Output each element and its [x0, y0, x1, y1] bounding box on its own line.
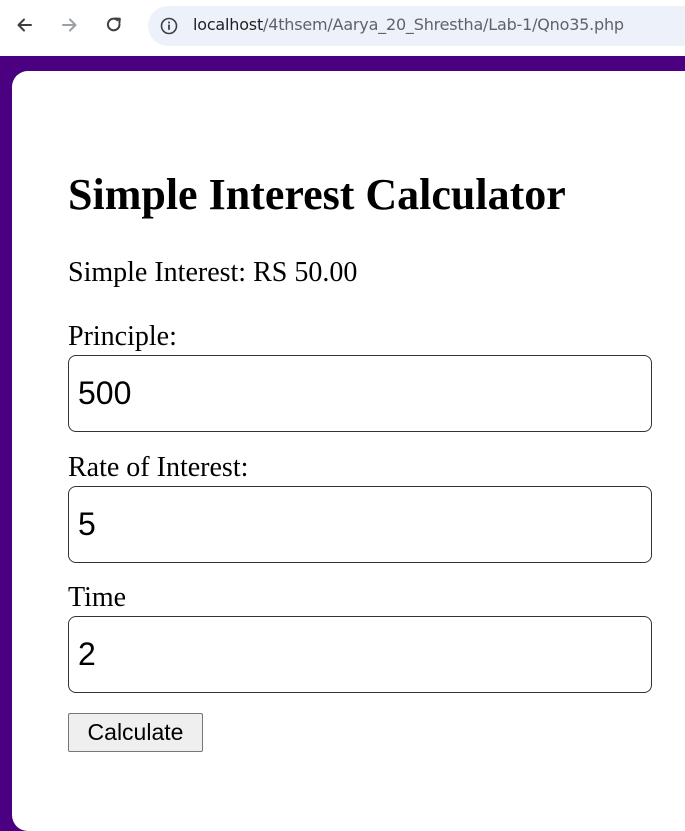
rate-input[interactable] [68, 486, 652, 563]
result-text: Simple Interest: RS 50.00 [68, 257, 358, 288]
back-button[interactable] [10, 10, 40, 40]
page-card: Simple Interest Calculator Simple Intere… [12, 71, 685, 831]
reload-icon [106, 17, 121, 32]
page-title: Simple Interest Calculator [68, 170, 566, 219]
principle-input[interactable] [68, 355, 652, 432]
browser-toolbar: localhost/4thsem/Aarya_20_Shrestha/Lab-1… [0, 0, 685, 56]
forward-button[interactable] [54, 10, 84, 40]
principle-label: Principle: [68, 321, 177, 352]
time-label: Time [68, 582, 127, 613]
info-icon[interactable] [160, 17, 178, 35]
reload-button[interactable] [99, 10, 129, 40]
back-arrow-icon [17, 18, 32, 32]
url-host: localhost [193, 15, 264, 34]
forward-arrow-icon [62, 18, 77, 32]
url-text[interactable]: localhost/4thsem/Aarya_20_Shrestha/Lab-1… [193, 15, 624, 34]
rate-label: Rate of Interest: [68, 452, 249, 483]
address-bar[interactable]: localhost/4thsem/Aarya_20_Shrestha/Lab-1… [148, 6, 685, 46]
url-path: /4thsem/Aarya_20_Shrestha/Lab-1/Qno35.ph… [263, 15, 624, 34]
time-input[interactable] [68, 616, 652, 693]
calculate-button[interactable]: Calculate [68, 713, 203, 752]
